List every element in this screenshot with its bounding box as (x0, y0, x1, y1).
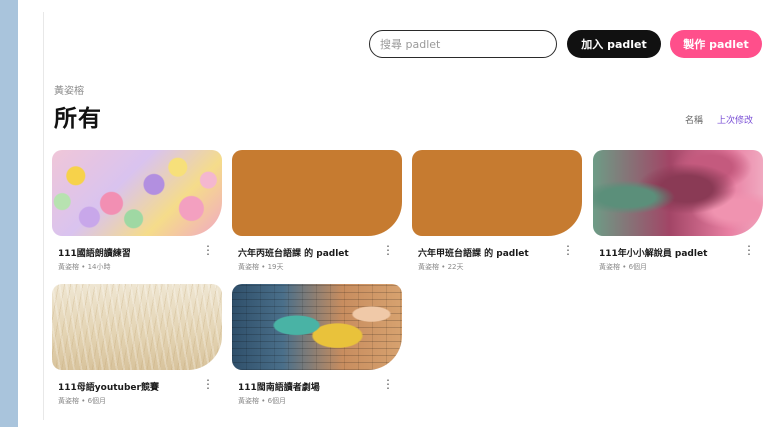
owner-name: 黃姿榕 (54, 86, 84, 97)
more-vertical-icon[interactable]: ⋮ (382, 244, 394, 256)
more-vertical-icon[interactable]: ⋮ (202, 244, 214, 256)
more-vertical-icon[interactable]: ⋮ (743, 244, 755, 256)
search-field[interactable] (369, 30, 557, 58)
padlet-title: 六年丙班台語課 的 padlet (238, 249, 349, 259)
padlet-title: 111年小小解說員 padlet (599, 249, 708, 259)
padlet-title: 111閩南語讀者劇場 (238, 383, 320, 393)
padlet-title: 六年甲班台語課 的 padlet (418, 249, 529, 259)
padlet-meta: 黃姿榕 • 14小時 (58, 263, 111, 271)
make-padlet-button[interactable]: 製作 padlet (670, 30, 762, 58)
padlet-meta: 黃姿榕 • 19天 (238, 263, 284, 271)
search-input[interactable] (380, 37, 546, 51)
sort-by-name-button[interactable]: 名稱 (685, 113, 703, 126)
padlet-thumbnail (52, 150, 222, 236)
padlet-thumbnail (232, 284, 402, 370)
padlet-title: 111母語youtuber競賽 (58, 383, 159, 393)
more-vertical-icon[interactable]: ⋮ (382, 378, 394, 390)
more-vertical-icon[interactable]: ⋮ (562, 244, 574, 256)
left-edge-strip (0, 0, 18, 427)
join-padlet-button[interactable]: 加入 padlet (567, 30, 661, 58)
padlet-card[interactable]: 111閩南語讀者劇場 黃姿榕 • 6個月 ⋮ (232, 284, 402, 414)
padlet-card[interactable]: 111國語朗讀練習 黃姿榕 • 14小時 ⋮ (52, 150, 222, 280)
padlet-card[interactable]: 111母語youtuber競賽 黃姿榕 • 6個月 ⋮ (52, 284, 222, 414)
sort-by-modified-button[interactable]: 上次修改 (717, 113, 753, 126)
padlet-meta: 黃姿榕 • 6個月 (599, 263, 648, 271)
padlet-thumbnail (593, 150, 763, 236)
padlet-card[interactable]: 六年丙班台語課 的 padlet 黃姿榕 • 19天 ⋮ (232, 150, 402, 280)
padlet-meta: 黃姿榕 • 6個月 (238, 397, 287, 405)
padlet-thumbnail (232, 150, 402, 236)
padlet-thumbnail (52, 284, 222, 370)
padlet-thumbnail (412, 150, 582, 236)
padlet-card[interactable]: 六年甲班台語課 的 padlet 黃姿榕 • 22天 ⋮ (412, 150, 582, 280)
padlet-meta: 黃姿榕 • 6個月 (58, 397, 107, 405)
page-title: 所有 (54, 106, 102, 132)
more-vertical-icon[interactable]: ⋮ (202, 378, 214, 390)
padlet-card[interactable]: 111年小小解說員 padlet 黃姿榕 • 6個月 ⋮ (593, 150, 763, 280)
padlet-title: 111國語朗讀練習 (58, 249, 131, 259)
content-divider (43, 12, 44, 420)
padlet-meta: 黃姿榕 • 22天 (418, 263, 464, 271)
